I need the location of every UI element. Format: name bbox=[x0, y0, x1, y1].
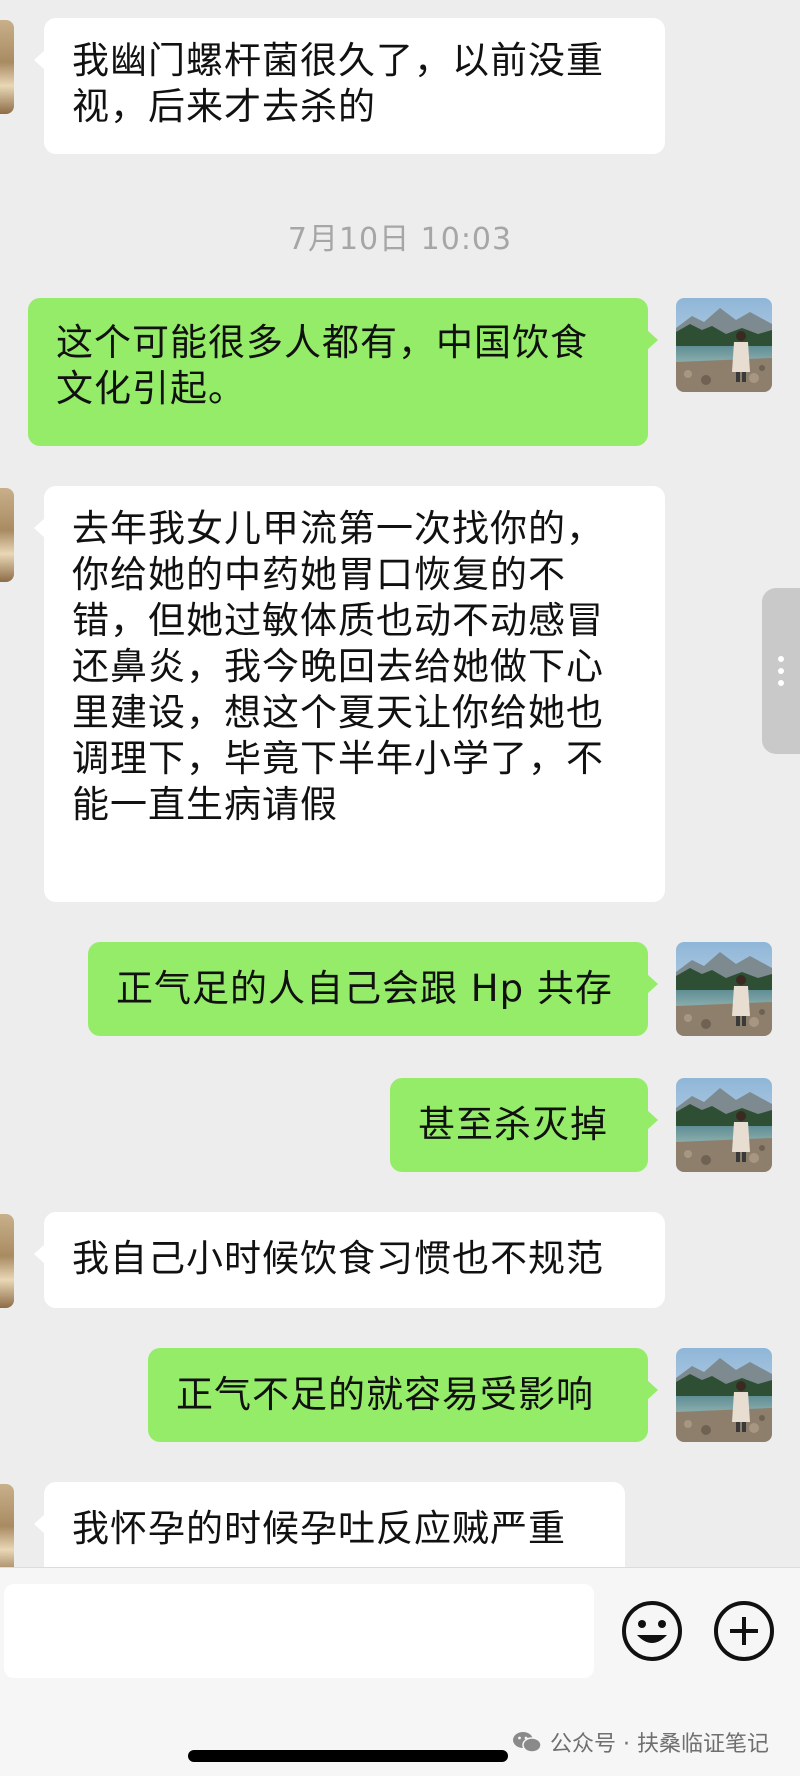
incoming-message[interactable]: 我幽门螺杆菌很久了，以前没重 视，后来才去杀的 bbox=[34, 18, 665, 154]
side-drawer-handle[interactable] bbox=[762, 588, 800, 754]
outgoing-message[interactable]: 正气不足的就容易受影响 bbox=[148, 1348, 658, 1442]
outgoing-message[interactable]: 正气足的人自己会跟 Hp 共存 bbox=[88, 942, 658, 1036]
incoming-message[interactable]: 我自己小时候饮食习惯也不规范 bbox=[34, 1212, 665, 1308]
plus-icon[interactable] bbox=[712, 1599, 776, 1663]
chat-history[interactable]: 我幽门螺杆菌很久了，以前没重 视，后来才去杀的 7月10日 10:03 这个可能… bbox=[0, 0, 800, 1567]
message-input-bar: 公众号 · 扶桑临证笔记 bbox=[0, 1567, 800, 1776]
home-indicator[interactable] bbox=[188, 1750, 508, 1762]
outgoing-message[interactable]: 这个可能很多人都有，中国饮食 文化引起。 bbox=[28, 298, 658, 446]
user-avatar[interactable] bbox=[676, 1078, 772, 1172]
watermark-text: 公众号 · 扶桑临证笔记 bbox=[550, 1732, 769, 1757]
incoming-message[interactable]: 去年我女儿甲流第一次找你的， 你给她的中药她胃口恢复的不 错，但她过敏体质也动不… bbox=[34, 486, 665, 902]
emoji-icon[interactable] bbox=[620, 1599, 684, 1663]
wechat-icon bbox=[513, 1732, 542, 1753]
contact-avatar[interactable] bbox=[0, 488, 14, 582]
user-avatar[interactable] bbox=[676, 942, 772, 1036]
handle-dot bbox=[778, 668, 784, 674]
handle-dot bbox=[778, 656, 784, 662]
contact-avatar[interactable] bbox=[0, 1214, 14, 1308]
contact-avatar[interactable] bbox=[0, 1484, 14, 1567]
contact-avatar[interactable] bbox=[0, 20, 14, 114]
watermark: 公众号 · 扶桑临证笔记 bbox=[512, 1726, 769, 1758]
outgoing-message[interactable]: 甚至杀灭掉 bbox=[390, 1078, 658, 1172]
handle-dot bbox=[778, 680, 784, 686]
user-avatar[interactable] bbox=[676, 298, 772, 392]
user-avatar[interactable] bbox=[676, 1348, 772, 1442]
incoming-message[interactable]: 我怀孕的时候孕吐反应贼严重 bbox=[34, 1482, 625, 1567]
message-input[interactable] bbox=[4, 1584, 594, 1678]
message-timestamp: 7月10日 10:03 bbox=[287, 222, 513, 257]
